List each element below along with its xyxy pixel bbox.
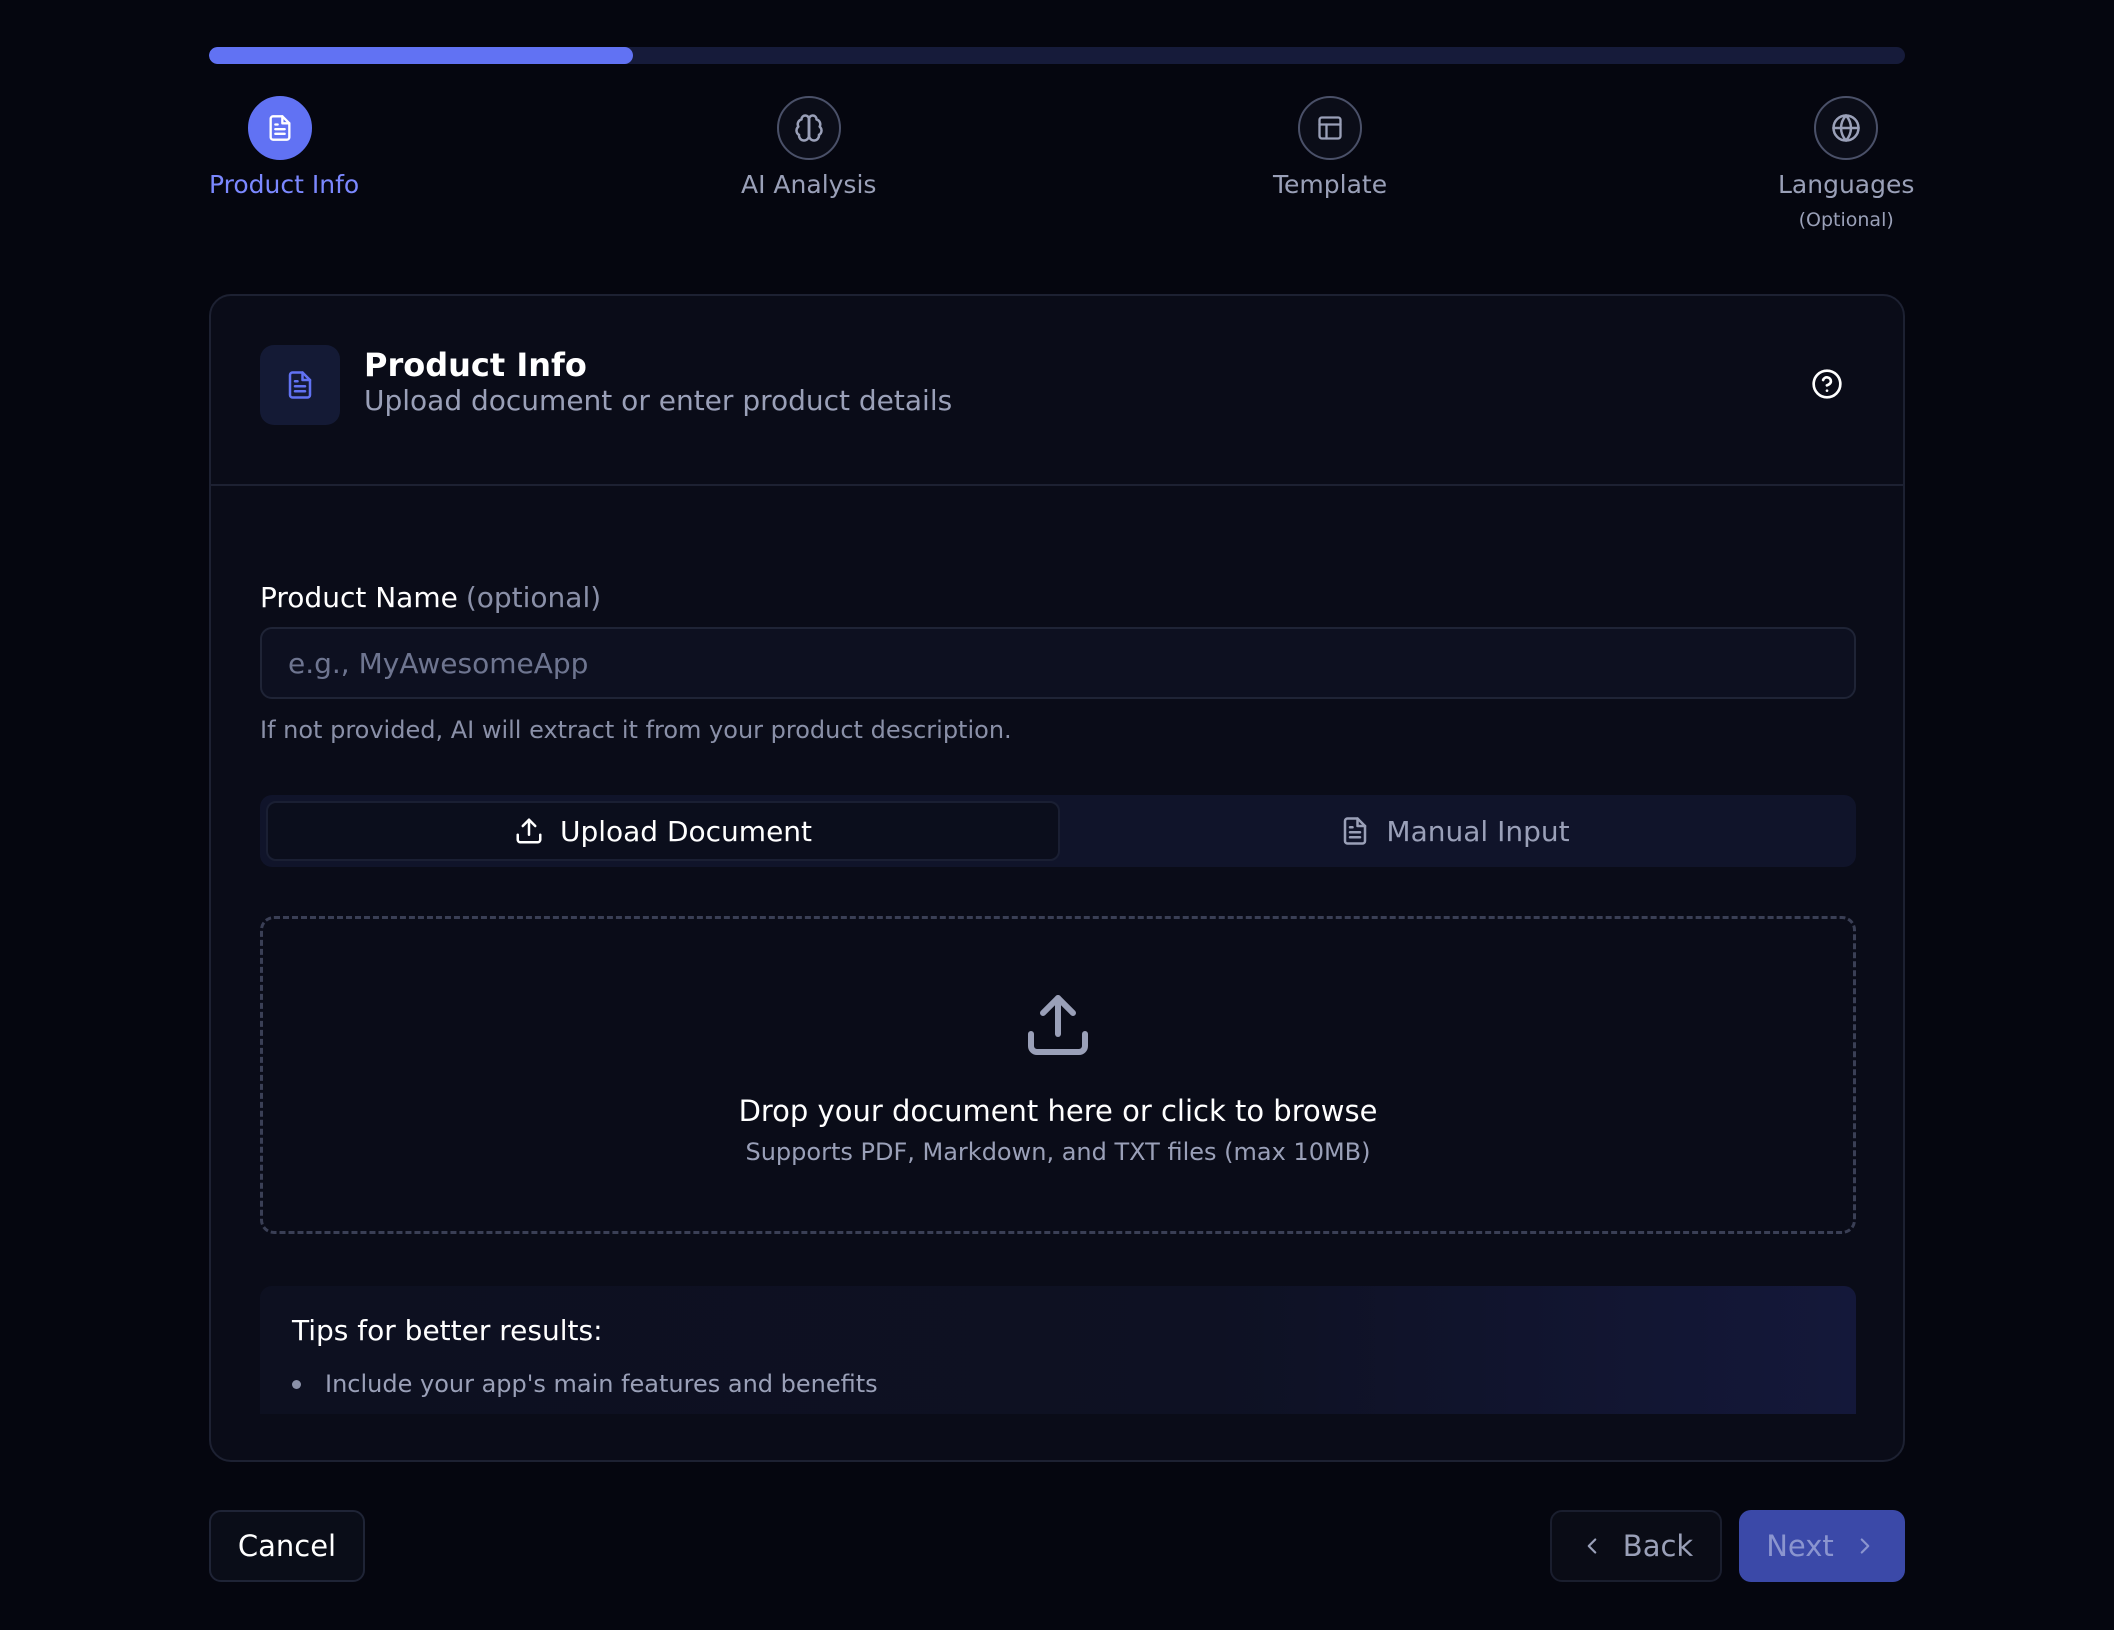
- progress-fill: [209, 47, 633, 64]
- tab-upload-document[interactable]: Upload Document: [266, 801, 1060, 861]
- step-label: Template: [1273, 170, 1388, 199]
- dropzone-subtitle: Supports PDF, Markdown, and TXT files (m…: [745, 1138, 1371, 1166]
- file-text-icon: [248, 96, 312, 160]
- cancel-label: Cancel: [237, 1529, 337, 1563]
- product-info-card: Product Info Upload document or enter pr…: [209, 294, 1905, 1462]
- chevron-right-icon: [1852, 1533, 1878, 1559]
- cancel-button[interactable]: Cancel: [209, 1510, 365, 1582]
- product-name-label-text: Product Name: [260, 581, 458, 614]
- upload-icon: [1022, 989, 1094, 1065]
- card-subtitle: Upload document or enter product details: [364, 384, 953, 417]
- next-button[interactable]: Next: [1739, 1510, 1905, 1582]
- step-sublabel: (Optional): [1798, 209, 1894, 231]
- tips-title: Tips for better results:: [292, 1314, 603, 1347]
- help-circle-icon[interactable]: [1811, 368, 1843, 400]
- optional-label: (optional): [465, 581, 602, 614]
- tip-text: Include your app's main features and ben…: [325, 1370, 878, 1398]
- step-template[interactable]: Template: [1273, 96, 1387, 199]
- file-text-icon: [260, 345, 340, 425]
- step-languages[interactable]: Languages (Optional): [1778, 96, 1914, 231]
- layout-icon: [1298, 96, 1363, 160]
- tips-list-item: Include your app's main features and ben…: [292, 1370, 878, 1398]
- progress-bar: [209, 47, 1905, 64]
- file-text-icon: [1340, 816, 1370, 846]
- tab-label: Upload Document: [559, 814, 813, 848]
- card-title: Product Info: [364, 346, 587, 384]
- next-label: Next: [1766, 1529, 1834, 1563]
- step-label: Languages: [1778, 170, 1915, 199]
- wizard: Product Info AI Analysis Template Langua…: [209, 0, 1914, 1630]
- step-product-info[interactable]: Product Info: [209, 96, 359, 199]
- step-ai-analysis[interactable]: AI Analysis: [741, 96, 876, 199]
- step-label: Product Info: [209, 170, 360, 199]
- tab-label: Manual Input: [1386, 814, 1570, 848]
- bullet-icon: [292, 1379, 301, 1389]
- dropzone-title: Drop your document here or click to brow…: [738, 1094, 1378, 1128]
- step-label: AI Analysis: [741, 170, 877, 199]
- back-button[interactable]: Back: [1550, 1510, 1722, 1582]
- product-name-hint: If not provided, AI will extract it from…: [260, 716, 1012, 744]
- back-label: Back: [1622, 1529, 1694, 1563]
- globe-icon: [1814, 96, 1879, 160]
- tab-manual-input[interactable]: Manual Input: [1060, 801, 1850, 861]
- product-name-input[interactable]: [260, 627, 1856, 699]
- product-name-label: Product Name (optional): [260, 581, 601, 614]
- chevron-left-icon: [1579, 1533, 1605, 1559]
- card-header: Product Info Upload document or enter pr…: [211, 296, 1903, 486]
- input-mode-tabs: Upload Document Manual Input: [260, 795, 1856, 867]
- tips-panel: Tips for better results: Include your ap…: [260, 1286, 1856, 1414]
- upload-icon: [514, 816, 544, 846]
- document-dropzone[interactable]: Drop your document here or click to brow…: [260, 916, 1856, 1234]
- brain-icon: [776, 96, 841, 160]
